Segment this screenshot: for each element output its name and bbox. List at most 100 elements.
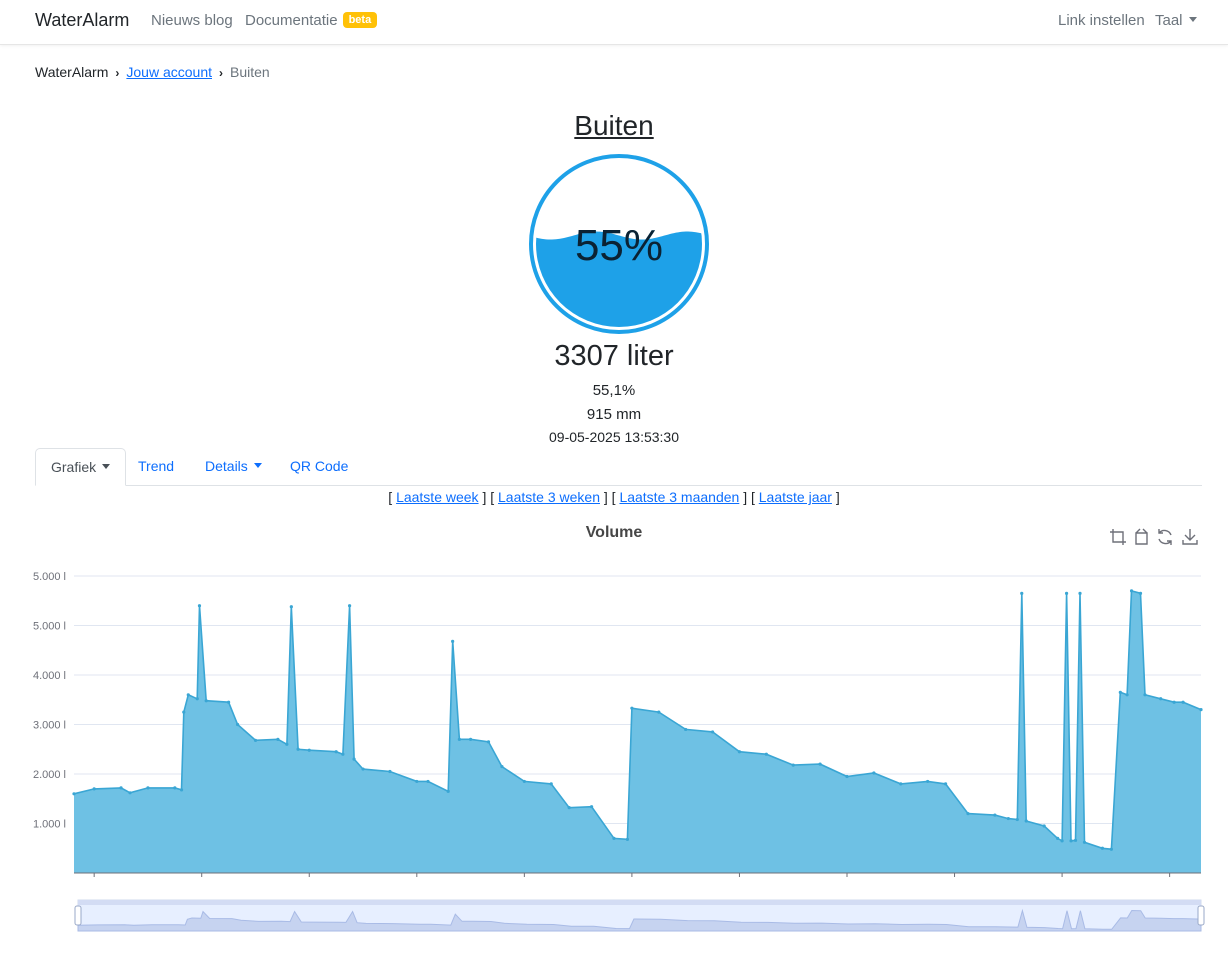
data-point	[630, 706, 634, 710]
range-bracket: ] [	[603, 489, 616, 505]
language-label[interactable]: Taal	[1155, 12, 1183, 29]
data-point	[500, 764, 504, 769]
chevron-right-icon: ›	[219, 66, 223, 80]
data-point	[1125, 693, 1129, 697]
data-point	[567, 806, 571, 810]
nav-link-settings[interactable]: Link instellen	[1058, 12, 1145, 29]
data-point	[1199, 708, 1203, 712]
data-point	[1056, 836, 1060, 840]
data-point	[296, 747, 300, 751]
data-point	[1060, 839, 1064, 843]
range-last-3-months[interactable]: Laatste 3 maanden	[619, 489, 739, 505]
zoom-reset-icon[interactable]	[1132, 527, 1152, 547]
data-point	[347, 604, 352, 608]
data-point	[943, 782, 948, 786]
data-point	[186, 693, 190, 697]
tab-qr-code[interactable]: QR Code	[275, 448, 363, 485]
data-point	[625, 837, 630, 841]
range-bracket: [	[388, 489, 393, 505]
range-bracket: ] [	[743, 489, 755, 505]
y-tick-label: 2.000 l	[33, 769, 66, 781]
data-point	[612, 836, 616, 840]
data-point	[468, 737, 473, 741]
data-point	[352, 757, 356, 761]
x-tick-label: 23	[303, 879, 317, 880]
nav-documentation-label[interactable]: Documentatie	[245, 12, 338, 29]
range-last-year[interactable]: Laatste jaar	[759, 489, 832, 505]
y-tick-label: 5.000 l	[33, 621, 66, 633]
data-point	[1069, 839, 1073, 843]
data-point	[1129, 589, 1134, 593]
data-point	[128, 791, 132, 795]
chart-title: Volume	[585, 524, 643, 541]
data-point	[966, 812, 970, 816]
water-height: 915 mm	[586, 406, 642, 423]
data-point	[204, 699, 208, 703]
range-last-3-weeks[interactable]: Laatste 3 weken	[498, 489, 600, 505]
zoom-right-handle[interactable]	[1197, 905, 1205, 926]
x-tick-label: 19	[87, 879, 101, 880]
data-point	[451, 639, 455, 643]
volume-area	[74, 590, 1201, 873]
data-zoom-slider[interactable]	[0, 895, 1228, 940]
data-point	[549, 782, 553, 786]
data-point	[1082, 840, 1087, 844]
chevron-down-icon	[102, 464, 111, 469]
data-point	[657, 710, 661, 714]
y-tick-label: 3.000 l	[33, 720, 66, 732]
beta-badge: beta	[342, 12, 378, 28]
data-point	[446, 789, 450, 793]
tab-trend[interactable]: Trend	[123, 448, 189, 485]
x-tick-label: 25	[410, 879, 424, 880]
data-point	[899, 782, 903, 786]
nav-news-blog[interactable]: Nieuws blog	[151, 12, 233, 29]
x-tick-label: May	[728, 879, 752, 880]
data-point	[845, 774, 849, 779]
data-point	[146, 786, 150, 790]
x-tick-label: 7	[1059, 879, 1066, 880]
range-bracket: ]	[835, 489, 840, 505]
tab-grafiek[interactable]: Grafiek	[35, 448, 127, 486]
volume-chart[interactable]: 1.000 l 2.000 l 3.000 l 4.000 l 5.000 l 5.000…	[0, 560, 1228, 880]
range-selector: [ Laatste week ] [ Laatste 3 weken ] [ L…	[0, 489, 1228, 505]
breadcrumb-account-link[interactable]: Jouw account	[126, 64, 212, 80]
range-last-week[interactable]: Laatste week	[396, 489, 479, 505]
page-title[interactable]: Buiten	[0, 110, 1228, 142]
language-dropdown[interactable]: Taal	[1155, 12, 1197, 29]
data-point	[1143, 693, 1147, 697]
data-point	[119, 786, 123, 790]
data-point	[457, 737, 461, 741]
data-point	[522, 779, 526, 784]
tab-grafiek-label: Grafiek	[51, 459, 97, 475]
data-point	[1024, 819, 1028, 823]
data-point	[173, 786, 177, 790]
range-bracket: ] [	[482, 489, 495, 505]
x-tick-label: 27	[518, 879, 532, 880]
data-point	[1159, 697, 1163, 701]
data-point	[818, 762, 822, 766]
data-point	[341, 752, 345, 756]
x-tick-label: 29	[625, 879, 639, 880]
brand-logo[interactable]: WaterAlarm	[35, 10, 129, 31]
nav-documentation[interactable]: Documentatie beta	[245, 12, 378, 29]
data-point	[926, 779, 930, 784]
restore-icon[interactable]	[1155, 527, 1175, 547]
y-tick-label: 5.000 l	[33, 571, 66, 583]
data-point	[1100, 846, 1105, 850]
x-tick-label: 5	[951, 879, 958, 880]
data-point	[1064, 591, 1069, 595]
data-point	[195, 697, 199, 701]
gauge-percent: 55%	[575, 221, 663, 270]
data-point	[1006, 816, 1010, 821]
x-tick-label: 3	[844, 879, 851, 880]
zoom-range-bar[interactable]	[78, 900, 1201, 905]
zoom-left-handle[interactable]	[74, 905, 82, 926]
data-point	[1138, 591, 1143, 595]
data-point	[872, 771, 876, 775]
data-point	[684, 727, 688, 732]
tab-details[interactable]: Details	[190, 448, 277, 485]
zoom-icon[interactable]	[1108, 527, 1128, 547]
data-point	[197, 604, 202, 608]
download-icon[interactable]	[1180, 527, 1200, 547]
data-point	[72, 792, 76, 796]
